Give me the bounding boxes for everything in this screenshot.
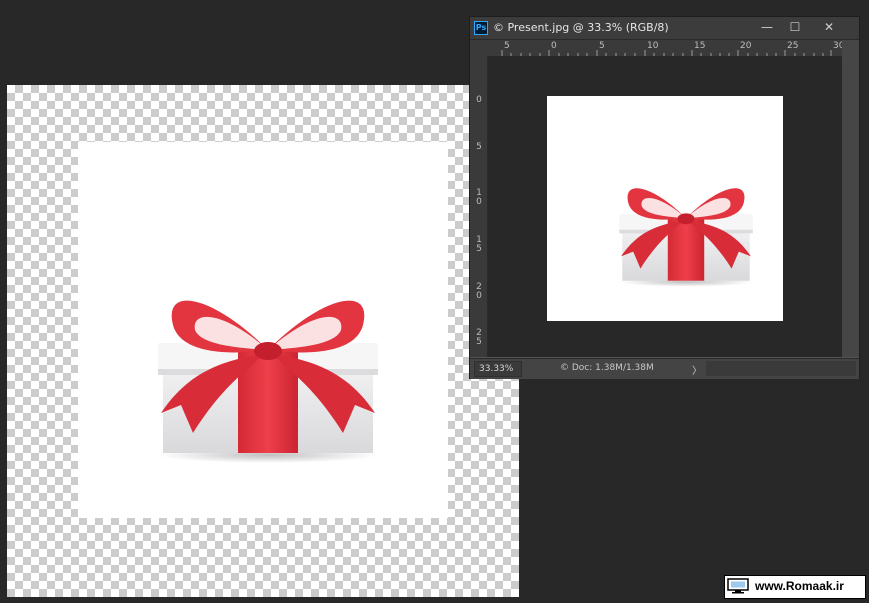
horizontal-scrollbar[interactable] [706,361,856,376]
gift-box-image-small [619,188,753,287]
transparent-canvas [7,85,519,597]
ruler-corner[interactable] [470,40,487,56]
computer-monitor-icon [727,578,749,594]
ruler-label: 2 5 [476,328,482,347]
horizontal-ruler[interactable]: 5 0 5 10 15 20 25 30 [487,40,842,57]
ruler-label: 2 0 [476,282,482,301]
ruler-ticks [501,50,832,56]
minimize-button[interactable]: — [753,19,781,36]
watermark: www.Romaak.ir [724,575,866,599]
status-menu-arrow-icon[interactable]: 〉 [692,362,702,377]
vertical-scrollbar[interactable] [842,40,859,357]
document-canvas[interactable] [488,57,842,357]
ruler-label: 5 [476,142,482,152]
ruler-label: 1 0 [476,188,482,207]
gift-box-image-large [158,300,378,463]
photoshop-logo-icon: Ps [474,21,488,35]
close-button[interactable]: ✕ [815,19,843,36]
ruler-label: 0 [476,95,482,105]
zoom-level-field[interactable]: 33.33% [474,361,522,377]
document-size-info[interactable]: © Doc: 1.38M/1.38M [560,363,654,373]
watermark-text: www.Romaak.ir [755,579,844,593]
document-title: © Present.jpg @ 33.3% (RGB/8) [493,21,669,34]
vertical-ruler[interactable]: 0 5 1 0 1 5 2 0 2 5 [470,56,488,357]
ruler-label: 1 5 [476,235,482,254]
maximize-button[interactable]: ☐ [781,19,809,36]
status-bar: 33.33% © Doc: 1.38M/1.38M 〉 [470,358,859,379]
document-titlebar[interactable]: Ps © Present.jpg @ 33.3% (RGB/8) — ☐ ✕ [470,17,859,40]
photoshop-document-window[interactable]: Ps © Present.jpg @ 33.3% (RGB/8) — ☐ ✕ 5… [469,16,860,379]
